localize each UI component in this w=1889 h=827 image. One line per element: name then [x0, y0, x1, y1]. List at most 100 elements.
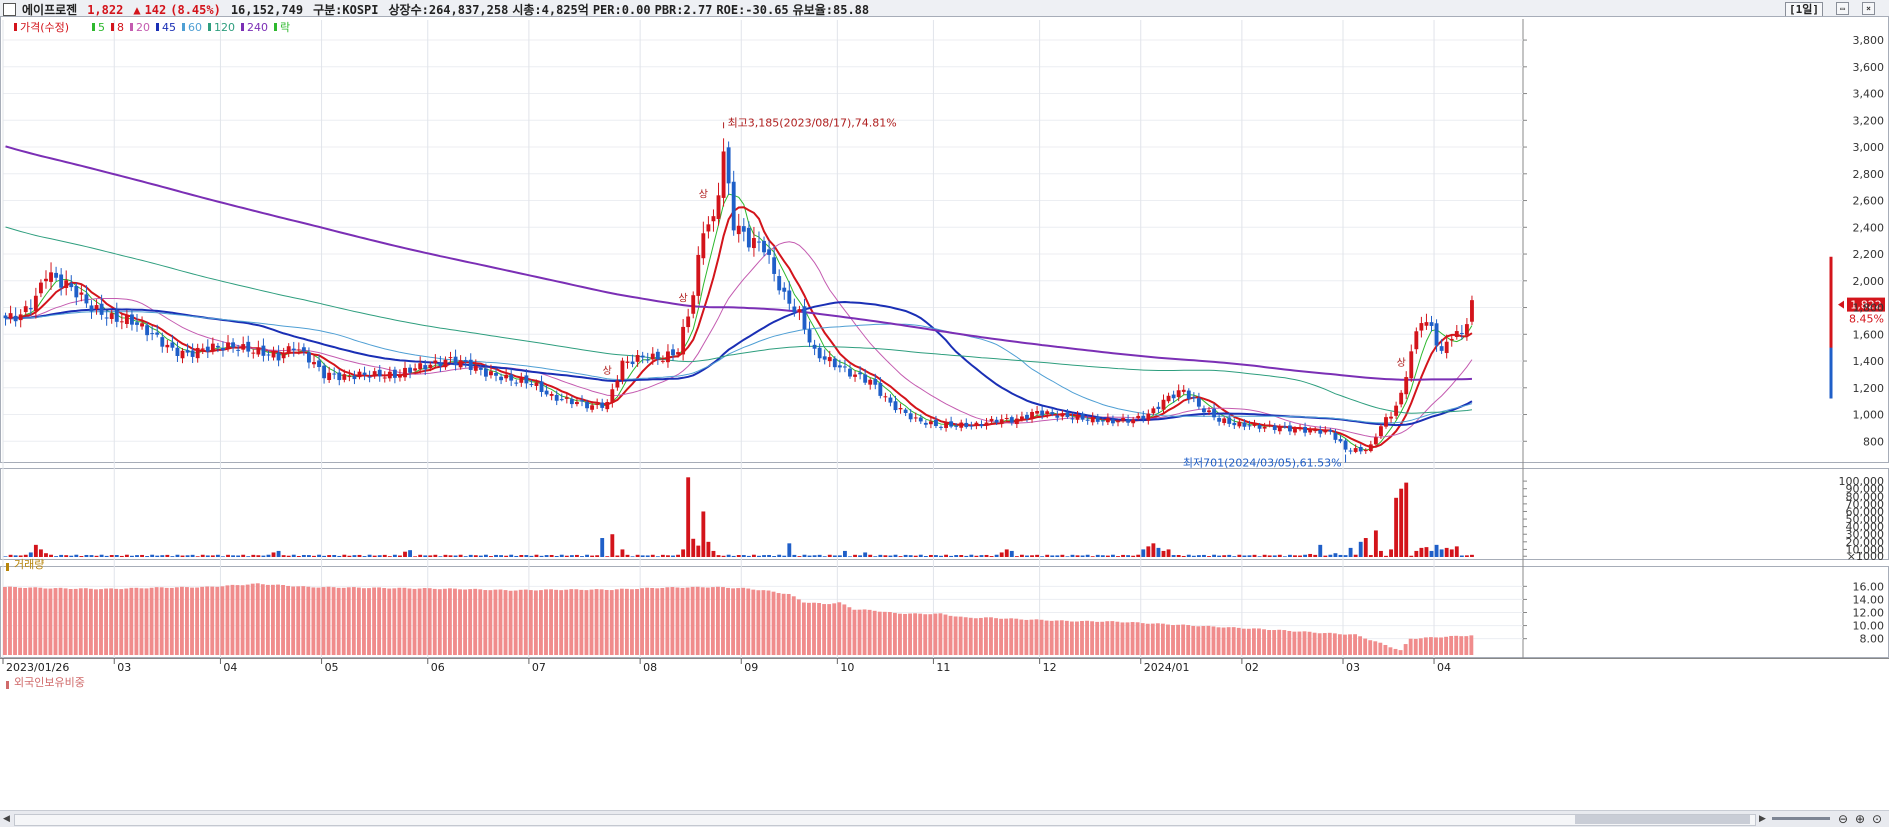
- zoom-reset-icon[interactable]: ⊙: [1872, 812, 1882, 826]
- price-tick-label: 1,400: [1853, 355, 1885, 368]
- foreign-bar: [1282, 630, 1287, 655]
- candle-body: [676, 352, 680, 355]
- candle-body: [1161, 399, 1166, 410]
- volume-bar: [468, 554, 473, 557]
- volume-bar: [913, 555, 918, 557]
- foreign-bar: [1413, 638, 1418, 655]
- candle-body: [367, 376, 372, 378]
- candle-body: [372, 371, 377, 377]
- volume-bar: [772, 556, 777, 557]
- foreign-bar: [250, 583, 255, 655]
- foreign-bar: [1196, 626, 1201, 655]
- candle-body: [671, 349, 675, 356]
- candle-body: [160, 337, 165, 347]
- volume-bar: [236, 555, 241, 557]
- foreign-bar: [685, 587, 690, 655]
- volume-bar: [458, 554, 463, 557]
- candle-body: [210, 343, 215, 351]
- candle-body: [837, 365, 842, 368]
- candle-body: [1116, 421, 1120, 423]
- scrollbar-thumb[interactable]: [1575, 815, 1750, 824]
- volume-bar: [908, 555, 913, 557]
- x-tick-label: 12: [1043, 661, 1057, 674]
- candle-body: [104, 317, 109, 319]
- volume-bar: [1464, 555, 1469, 557]
- price-tick-label: 2,800: [1853, 168, 1885, 181]
- foreign-bar: [210, 586, 215, 655]
- candle-body: [1464, 324, 1469, 335]
- volume-bar: [453, 555, 458, 557]
- foreign-bar: [594, 589, 599, 655]
- x-tick-label: 2023/01/26: [6, 661, 69, 674]
- foreign-bar: [1191, 625, 1196, 655]
- foreign-bar: [1449, 635, 1454, 655]
- zoom-slider[interactable]: [1772, 817, 1830, 820]
- foreign-bar: [326, 586, 331, 655]
- candle-body: [13, 315, 18, 322]
- zoom-in-icon[interactable]: ⊕: [1855, 812, 1865, 826]
- foreign-bar: [1236, 627, 1241, 655]
- foreign-bar: [174, 587, 179, 655]
- candle-body: [893, 401, 898, 411]
- volume-bar: [807, 555, 812, 557]
- foreign-bar: [554, 589, 559, 655]
- candle-body: [994, 419, 999, 423]
- volume-bar: [580, 556, 584, 557]
- candle-body: [1111, 419, 1115, 424]
- volume-bar: [357, 554, 362, 557]
- x-tick-label: 06: [431, 661, 445, 674]
- foreign-bar: [306, 586, 311, 655]
- foreign-bar: [892, 612, 897, 655]
- foreign-bar: [1049, 620, 1054, 655]
- candle-body: [868, 379, 873, 385]
- candle-body: [256, 347, 261, 355]
- volume-bar: [423, 555, 428, 557]
- volume-bar: [792, 554, 797, 557]
- volume-bar: [1459, 555, 1464, 557]
- volume-bar: [195, 556, 200, 557]
- scrollbar-track[interactable]: [14, 814, 1756, 826]
- scroll-right-icon[interactable]: ▶: [1757, 814, 1768, 825]
- volume-bar: [44, 553, 48, 557]
- candle-body: [1424, 322, 1429, 326]
- scroll-left-icon[interactable]: ◀: [1, 814, 12, 825]
- volume-bar: [1090, 556, 1095, 557]
- foreign-bar: [1155, 623, 1160, 655]
- foreign-bar: [185, 587, 189, 655]
- foreign-bar: [736, 588, 741, 655]
- zoom-out-icon[interactable]: ⊖: [1838, 812, 1848, 826]
- foreign-bar: [1059, 620, 1064, 655]
- foreign-bar: [978, 617, 983, 655]
- candle-body: [38, 282, 43, 294]
- volume-bar: [1181, 555, 1186, 557]
- foreign-bar: [533, 590, 538, 655]
- stock-chart[interactable]: 최고3,185(2023/08/17),74.81% 최저701(2024/03/…: [0, 0, 1889, 826]
- foreign-bar: [1095, 621, 1100, 655]
- volume-bar: [822, 556, 827, 557]
- candle-body: [1303, 426, 1308, 433]
- candle-body: [686, 316, 691, 328]
- candle-body: [301, 347, 306, 352]
- foreign-bar: [680, 587, 685, 655]
- volume-bar: [625, 554, 630, 557]
- candle-body: [898, 408, 903, 410]
- candle-body: [1065, 412, 1070, 418]
- candle-body: [1166, 395, 1171, 402]
- volume-bar: [575, 554, 579, 557]
- foreign-bar: [1064, 620, 1069, 655]
- foreign-bar: [1125, 622, 1130, 655]
- candle-body: [236, 349, 241, 351]
- foreign-bar: [1226, 627, 1231, 655]
- foreign-bar: [609, 590, 614, 655]
- candle-body: [1014, 418, 1019, 425]
- foreign-bar: [1221, 627, 1226, 655]
- candle-body: [1019, 416, 1024, 420]
- volume-bar: [1409, 555, 1414, 557]
- volume-bar: [1075, 555, 1080, 557]
- volume-bar: [1348, 547, 1353, 557]
- volume-bar: [352, 555, 357, 557]
- volume-bar: [640, 555, 645, 557]
- foreign-bar: [1262, 629, 1266, 655]
- candle-body: [848, 368, 852, 377]
- candle-body: [514, 382, 519, 384]
